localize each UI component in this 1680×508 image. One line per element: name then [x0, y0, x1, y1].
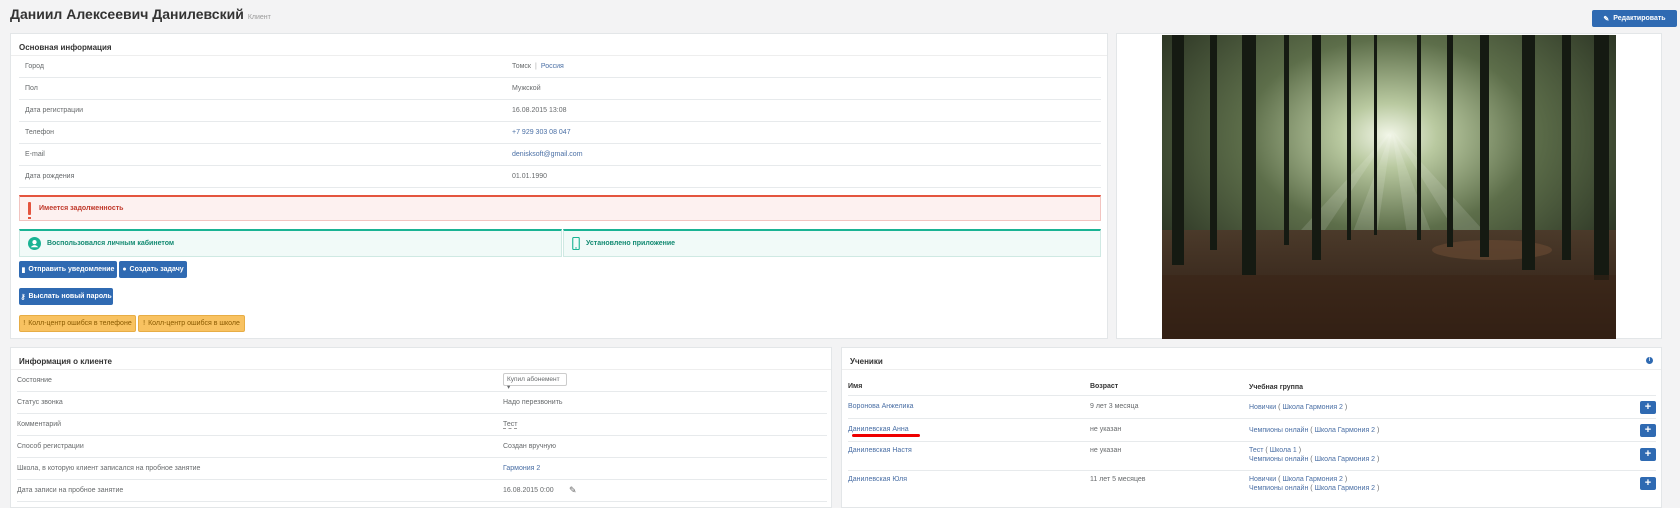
comment-editable[interactable]: Тест — [503, 421, 518, 429]
callcenter-school-button[interactable]: ! Колл-центр ошибся в школе — [138, 315, 245, 332]
client-name: Даниил Алексеевич Данилевский — [10, 6, 244, 22]
app-status-box: Установлено приложение — [563, 229, 1101, 257]
school-link[interactable]: Школа Гармония 2 — [1282, 404, 1343, 411]
registration-method-row: Способ регистрации Создан вручную — [17, 436, 827, 458]
info-row-registration: Дата регистрации 16.08.2015 13:08 — [19, 100, 1101, 122]
school-link[interactable]: Школа Гармония 2 — [1315, 427, 1376, 434]
info-row-city: Город Томск | Россия — [19, 56, 1101, 78]
trial-date-row: Дата записи на пробное занятие ✎ 16.08.201… — [17, 480, 827, 502]
send-password-button[interactable]: ⚷ Выслать новый пароль — [19, 288, 113, 305]
main-info-title: Основная информация — [11, 34, 1107, 56]
students-title: Ученики — [842, 348, 1661, 370]
email-link[interactable]: denisksoft@gmail.com — [512, 151, 583, 158]
trial-school-row: Школа, в которую клиент записался на про… — [17, 458, 827, 480]
cabinet-status-box: Воспользовался личным кабинетом — [19, 229, 562, 257]
comment-icon: ▮ — [21, 266, 26, 274]
table-row: Данилевская Юля 11 лет 5 месяцев Новички… — [848, 471, 1656, 500]
exclamation-icon: ! — [23, 320, 26, 327]
phone-link[interactable]: +7 929 303 08 047 — [512, 129, 571, 136]
trial-school-link[interactable]: Гармония 2 — [503, 465, 540, 472]
students-table-header: Имя Возраст Учебная группа — [848, 378, 1656, 396]
key-icon: ⚷ — [20, 293, 26, 301]
create-task-button[interactable]: ● Создать задачу — [119, 261, 187, 278]
client-info-title: Информация о клиенте — [11, 348, 831, 370]
country-link[interactable]: Россия — [541, 63, 564, 70]
exclamation-icon — [28, 202, 31, 219]
student-name-link[interactable]: Данилевская Анна — [848, 426, 909, 433]
school-link[interactable]: Школа Гармония 2 — [1282, 476, 1343, 483]
students-panel: Ученики i Имя Возраст Учебная группа Вор… — [841, 347, 1662, 508]
debt-alert: Имеется задолженность — [19, 195, 1101, 221]
client-photo[interactable] — [1162, 35, 1616, 339]
group-link[interactable]: Чемпионы онлайн — [1249, 427, 1308, 434]
client-state-row: Состояние Купил абонемент ▾ — [17, 370, 827, 392]
pencil-icon: ✎ — [1603, 15, 1610, 23]
red-underline-annotation — [852, 434, 920, 437]
info-row-gender: Пол Мужской — [19, 78, 1101, 100]
comment-row: Комментарий Тест — [17, 414, 827, 436]
info-row-birthdate: Дата рождения 01.01.1990 — [19, 166, 1101, 188]
group-link[interactable]: Новички — [1249, 404, 1276, 411]
bell-icon: ● — [122, 266, 127, 273]
caret-down-icon: ▾ — [507, 384, 511, 391]
student-name-link[interactable]: Данилевская Юля — [848, 476, 907, 483]
call-status-row: Статус звонка Надо перезвонить — [17, 392, 827, 414]
group-link[interactable]: Чемпионы онлайн — [1249, 485, 1308, 492]
client-role: Клиент — [247, 14, 271, 21]
group-link[interactable]: Новички — [1249, 476, 1276, 483]
student-name-link[interactable]: Данилевская Настя — [848, 447, 912, 454]
school-link[interactable]: Школа Гармония 2 — [1315, 485, 1376, 492]
photo-panel — [1116, 33, 1662, 339]
info-row-phone: Телефон +7 929 303 08 047 — [19, 122, 1101, 144]
info-row-email: E-mail denisksoft@gmail.com — [19, 144, 1101, 166]
school-link[interactable]: Школа 1 — [1270, 447, 1297, 454]
main-info-panel: Основная информация Город Томск | Россия П… — [10, 33, 1108, 339]
client-info-panel: Информация о клиенте Состояние Купил абон… — [10, 347, 832, 508]
user-circle-icon — [28, 237, 41, 250]
trial-date-value: 16.08.2015 0:00 — [503, 487, 554, 494]
pencil-icon[interactable]: ✎ — [569, 485, 577, 496]
group-link[interactable]: Чемпионы онлайн — [1249, 456, 1308, 463]
info-icon[interactable]: i — [1646, 357, 1653, 364]
page-title: Даниил Алексеевич Данилевский Клиент — [10, 6, 271, 22]
exclamation-icon: ! — [143, 320, 146, 327]
add-student-group-button[interactable]: + — [1640, 477, 1656, 490]
student-name-link[interactable]: Воронова Анжелика — [848, 403, 914, 410]
add-student-group-button[interactable]: + — [1640, 401, 1656, 414]
group-link[interactable]: Тест — [1249, 447, 1263, 454]
mobile-icon — [572, 237, 580, 250]
table-row: Данилевская Настя не указан Тест ( Школа… — [848, 442, 1656, 471]
client-state-select[interactable]: Купил абонемент ▾ — [503, 373, 567, 391]
add-student-group-button[interactable]: + — [1640, 424, 1656, 437]
send-notification-button[interactable]: ▮ Отправить уведомление — [19, 261, 117, 278]
table-row: Данилевская Анна не указан Чемпионы онла… — [848, 419, 1656, 442]
callcenter-phone-button[interactable]: ! Колл-центр ошибся в телефоне — [19, 315, 136, 332]
edit-button[interactable]: ✎ Редактировать — [1592, 10, 1677, 27]
table-row: Воронова Анжелика 9 лет 3 месяца Новички… — [848, 396, 1656, 419]
school-link[interactable]: Школа Гармония 2 — [1315, 456, 1376, 463]
add-student-group-button[interactable]: + — [1640, 448, 1656, 461]
